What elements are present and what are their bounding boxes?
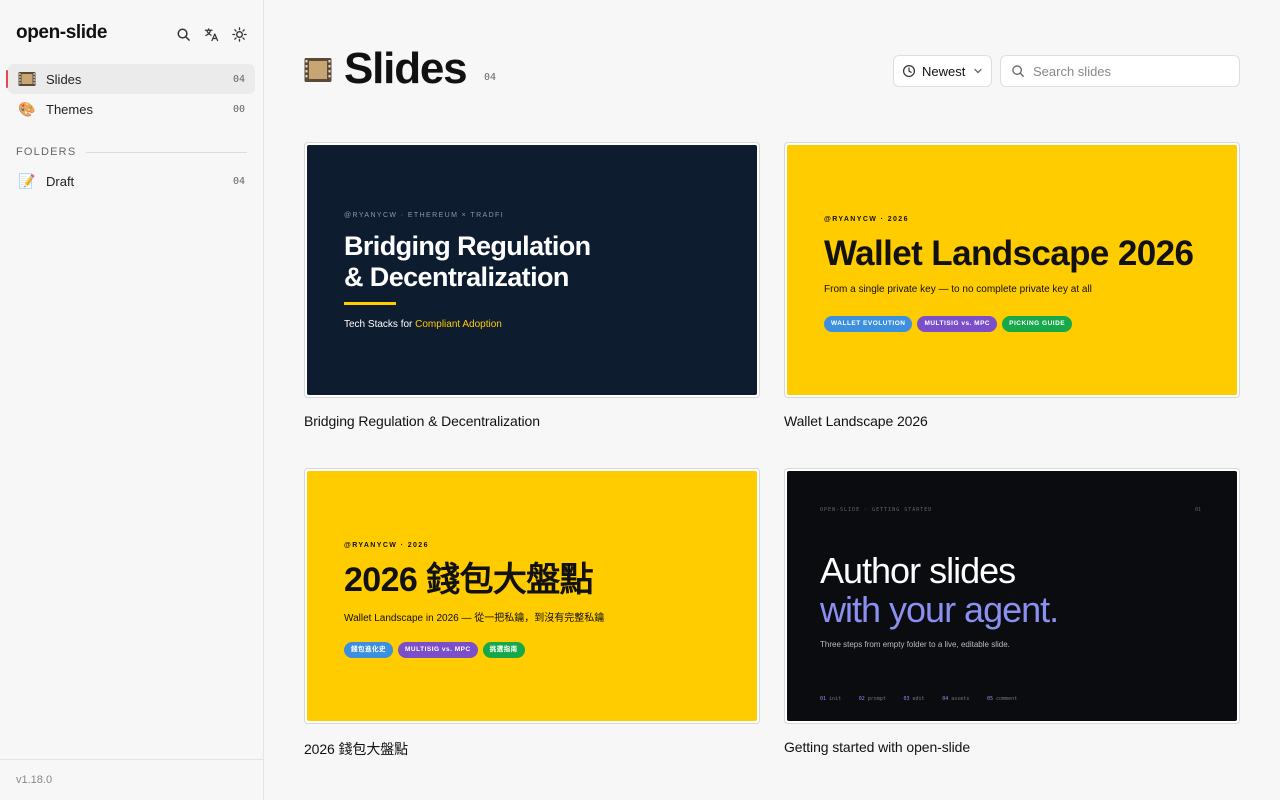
- slide-kicker: OPEN-SLIDE · GETTING STARTED: [820, 507, 933, 513]
- search-icon[interactable]: [173, 24, 193, 44]
- card-title[interactable]: Bridging Regulation & Decentralization: [304, 413, 760, 429]
- slide-heading-line: & Decentralization: [344, 262, 569, 292]
- sidebar-nav: Slides 04 🎨 Themes 00: [6, 64, 255, 124]
- slide-kicker: @RYANYCW · ETHEREUM × TRADFI: [344, 212, 505, 219]
- card-title[interactable]: 2026 錢包大盤點: [304, 739, 760, 759]
- slide-subtitle: Tech Stacks for Compliant Adoption: [344, 319, 502, 330]
- step-item: 02 prompt: [858, 696, 886, 702]
- search-box: [1000, 55, 1240, 87]
- tag: WALLET EVOLUTION: [824, 316, 913, 332]
- step-item: 03 edit: [903, 696, 925, 702]
- sidebar-item-label: Themes: [46, 101, 93, 117]
- slide-heading: 2026 錢包大盤點: [344, 561, 594, 599]
- tag-list: WALLET EVOLUTION MULTISIG vs. MPC PICKING …: [824, 312, 1077, 332]
- slide-subtitle-text: Tech Stacks for: [344, 319, 416, 330]
- brand-logo[interactable]: open-slide: [16, 22, 107, 44]
- tag: 挑選指南: [482, 642, 525, 658]
- film-icon: [304, 57, 332, 83]
- slide-page-number: 01: [1194, 507, 1201, 513]
- slide-heading-line: with your agent.: [820, 589, 1059, 630]
- sidebar-item-slides[interactable]: Slides 04: [6, 64, 255, 94]
- slide-kicker: @RYANYCW · 2026: [344, 542, 429, 549]
- slide-heading-line: Bridging Regulation: [344, 231, 591, 261]
- slide-subtitle-highlight: Compliant Adoption: [415, 319, 502, 330]
- sidebar-item-count: 04: [232, 73, 245, 85]
- slide-thumbnail[interactable]: @RYANYCW · 2026 Wallet Landscape 2026 Fr…: [784, 142, 1240, 398]
- step-item: 01 init: [820, 696, 842, 702]
- sidebar-footer: v1.18.0: [0, 759, 263, 800]
- sun-icon[interactable]: [229, 24, 249, 44]
- slide-heading: Wallet Landscape 2026: [824, 234, 1194, 273]
- palette-icon: 🎨: [18, 101, 36, 117]
- slide-count: 04: [484, 72, 497, 83]
- step-item: 04 assets: [942, 696, 970, 702]
- slide-card[interactable]: @RYANYCW · ETHEREUM × TRADFI Bridging Re…: [304, 142, 760, 429]
- sidebar-item-draft[interactable]: 📝 Draft 04: [8, 166, 255, 196]
- tag: PICKING GUIDE: [1002, 316, 1073, 332]
- slide-subtitle: Three steps from empty folder to a live,…: [820, 640, 1010, 649]
- slide-subtitle: From a single private key — to no comple…: [824, 284, 1092, 295]
- accent-underline: [344, 302, 396, 305]
- slide-thumbnail[interactable]: @RYANYCW · ETHEREUM × TRADFI Bridging Re…: [304, 142, 760, 398]
- page-title: Slides: [344, 44, 468, 93]
- memo-icon: 📝: [18, 173, 36, 189]
- slide-heading: Author slides with your agent.: [820, 550, 1059, 630]
- folders-heading-label: FOLDERS: [16, 146, 77, 158]
- slide-card[interactable]: OPEN-SLIDE · GETTING STARTED 01 Author s…: [784, 468, 1240, 755]
- tag-list: 錢包進化史 MULTISIG vs. MPC 挑選指南: [344, 638, 530, 658]
- sidebar-item-count: 04: [232, 175, 245, 187]
- slide-card[interactable]: @RYANYCW · 2026 Wallet Landscape 2026 Fr…: [784, 142, 1240, 429]
- tag: MULTISIG vs. MPC: [398, 642, 478, 658]
- slide-thumbnail[interactable]: OPEN-SLIDE · GETTING STARTED 01 Author s…: [784, 468, 1240, 724]
- search-input[interactable]: [1033, 63, 1223, 79]
- film-icon: [18, 70, 36, 88]
- sidebar-item-label: Slides: [46, 71, 82, 87]
- clock-icon: [902, 64, 916, 78]
- slide-thumbnail[interactable]: @RYANYCW · 2026 2026 錢包大盤點 Wallet Landsc…: [304, 468, 760, 724]
- slide-heading: Bridging Regulation & Decentralization: [344, 231, 591, 293]
- card-title[interactable]: Wallet Landscape 2026: [784, 413, 1240, 429]
- tag: 錢包進化史: [344, 642, 393, 658]
- slide-preview: @RYANYCW · ETHEREUM × TRADFI Bridging Re…: [307, 145, 757, 395]
- step-list: 01 init 02 prompt 03 edit 04 assets 05 c…: [820, 685, 1025, 704]
- search-icon: [1012, 65, 1024, 77]
- slide-subtitle: Wallet Landscape in 2026 — 從一把私鑰，到沒有完整私鑰: [344, 613, 605, 624]
- slide-preview: OPEN-SLIDE · GETTING STARTED 01 Author s…: [787, 471, 1237, 721]
- sidebar-toolbar: [173, 24, 249, 44]
- sidebar-item-themes[interactable]: 🎨 Themes 00: [8, 94, 255, 124]
- sidebar: open-slide Slides 04 🎨 Themes 00 FOLDERS: [0, 0, 264, 800]
- sidebar-item-count: 00: [232, 103, 245, 115]
- sort-dropdown[interactable]: Newest: [893, 55, 992, 87]
- sort-label: Newest: [922, 63, 966, 79]
- slide-heading-line: Author slides: [820, 550, 1016, 591]
- card-title[interactable]: Getting started with open-slide: [784, 739, 1240, 755]
- slide-preview: @RYANYCW · 2026 2026 錢包大盤點 Wallet Landsc…: [307, 471, 757, 721]
- translate-icon[interactable]: [201, 24, 221, 44]
- main-content: Slides 04 Newest @RYANYCW · ETHEREUM × T…: [264, 0, 1280, 800]
- slide-kicker: @RYANYCW · 2026: [824, 216, 909, 223]
- version-label: v1.18.0: [16, 774, 53, 786]
- folder-list: 📝 Draft 04: [8, 166, 255, 196]
- slide-card[interactable]: @RYANYCW · 2026 2026 錢包大盤點 Wallet Landsc…: [304, 468, 760, 759]
- slide-preview: @RYANYCW · 2026 Wallet Landscape 2026 Fr…: [787, 145, 1237, 395]
- sidebar-item-label: Draft: [46, 173, 75, 189]
- step-item: 05 comment: [986, 696, 1018, 702]
- tag: MULTISIG vs. MPC: [917, 316, 998, 332]
- chevron-down-icon: [974, 68, 983, 74]
- folders-heading: FOLDERS: [16, 146, 247, 158]
